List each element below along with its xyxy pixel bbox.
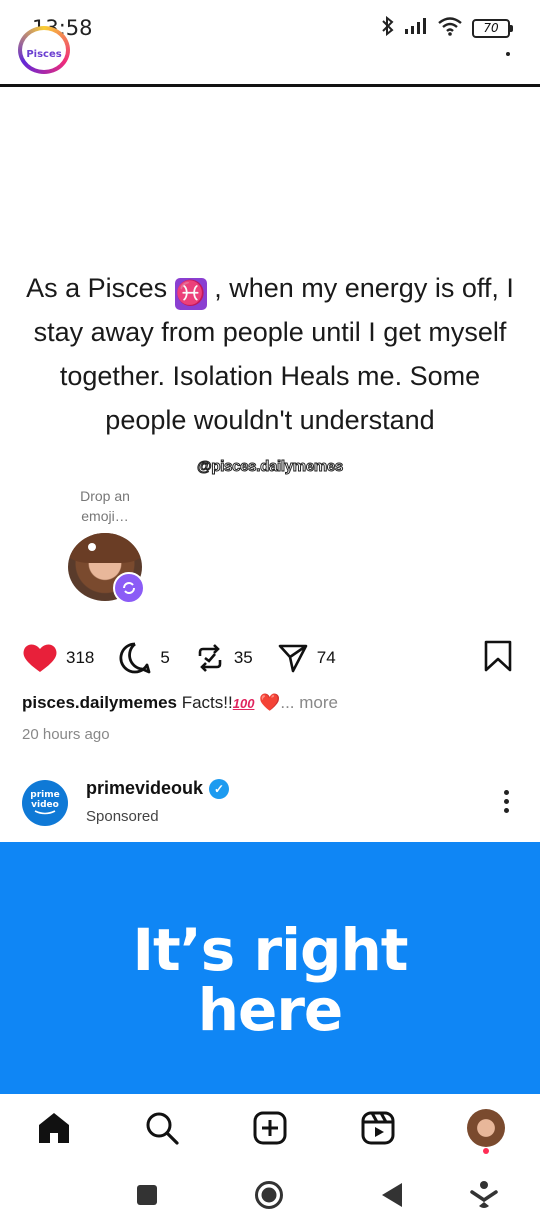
sponsor-username[interactable]: primevideouk: [86, 778, 203, 799]
sponsor-username-row[interactable]: primevideouk ✓: [86, 778, 230, 799]
nav-profile[interactable]: [466, 1108, 506, 1148]
sponsor-logo-line2: video: [31, 800, 59, 810]
reaction-refresh-icon[interactable]: [113, 572, 145, 604]
heart-icon: [23, 644, 57, 672]
square-icon: [137, 1185, 157, 1205]
repost-button[interactable]: 35: [194, 642, 277, 674]
reaction-dot: [88, 543, 96, 551]
post-watermark: @pisces.dailymemes: [197, 458, 344, 476]
post-image-text: As a Pisces ♓ , when my energy is off, I…: [16, 266, 524, 442]
bluetooth-icon: [381, 15, 395, 40]
pisces-zodiac-icon: ♓: [174, 278, 207, 310]
home-icon: [39, 1113, 69, 1143]
nav-reels[interactable]: [358, 1108, 398, 1148]
caption-text: Facts!!: [181, 693, 233, 712]
search-icon: [146, 1112, 179, 1145]
post-text-start: As a Pisces: [26, 273, 168, 303]
ad-headline: It’s right here: [0, 920, 540, 1040]
post-options-icon[interactable]: [506, 42, 510, 56]
post-caption: pisces.dailymemes Facts!!100 ❤️... more: [22, 693, 338, 713]
signal-icon: [404, 17, 428, 39]
nav-create[interactable]: [250, 1108, 290, 1148]
post-timestamp: 20 hours ago: [22, 726, 110, 743]
circle-icon: [255, 1181, 283, 1209]
ad-headline-line2: here: [197, 976, 344, 1044]
comment-icon: [119, 642, 151, 674]
nav-search[interactable]: [142, 1108, 182, 1148]
sponsor-logo-line1: prime: [30, 790, 60, 800]
battery-icon: 70: [472, 18, 513, 38]
nav-home[interactable]: [34, 1108, 74, 1148]
add-post-icon: [253, 1111, 287, 1145]
more-options-icon[interactable]: [504, 790, 510, 817]
bottom-navigation: [0, 1094, 540, 1164]
recent-apps-button[interactable]: [136, 1184, 158, 1210]
post-actions: 318 5 35 74: [22, 640, 360, 676]
hundred-points-icon: 100: [232, 696, 255, 711]
reels-icon: [361, 1111, 395, 1145]
sponsored-label: Sponsored: [86, 808, 159, 825]
status-icons: 70: [381, 15, 513, 40]
profile-avatar: [467, 1109, 505, 1147]
back-triangle-icon: [382, 1183, 402, 1207]
send-icon: [278, 644, 308, 673]
heart-emoji-icon: ❤️: [259, 693, 281, 712]
caption-more-link[interactable]: ... more: [280, 693, 338, 712]
post-author-avatar[interactable]: Pisces: [18, 26, 70, 74]
verified-badge-icon: ✓: [209, 778, 230, 799]
assistant-button[interactable]: [470, 1180, 498, 1214]
comments-count: 5: [160, 648, 170, 667]
divider: [0, 84, 540, 87]
likes-count: 318: [66, 648, 95, 667]
system-navigation: [0, 1164, 540, 1230]
shares-count: 74: [316, 648, 336, 667]
emoji-prompt[interactable]: Drop an emoji…: [60, 486, 150, 526]
back-button[interactable]: [380, 1182, 404, 1212]
repost-icon: [198, 644, 222, 672]
reposts-count: 35: [233, 648, 253, 667]
wifi-icon: [437, 16, 463, 40]
share-button[interactable]: 74: [277, 642, 360, 674]
ad-headline-line1: It’s right: [132, 916, 408, 984]
caption-username[interactable]: pisces.dailymemes: [22, 693, 177, 712]
comment-button[interactable]: 5: [118, 641, 193, 675]
notification-dot: [483, 1148, 489, 1154]
smile-arrow-icon: [34, 810, 56, 815]
bookmark-button[interactable]: [484, 640, 512, 676]
home-system-button[interactable]: [254, 1180, 284, 1214]
like-button[interactable]: 318: [22, 642, 118, 674]
sponsor-avatar[interactable]: prime video: [22, 780, 68, 826]
status-bar: 13:58 70: [0, 0, 540, 58]
avatar-label: Pisces: [26, 49, 62, 60]
assistant-icon: [470, 1181, 498, 1208]
bookmark-icon: [484, 640, 512, 672]
